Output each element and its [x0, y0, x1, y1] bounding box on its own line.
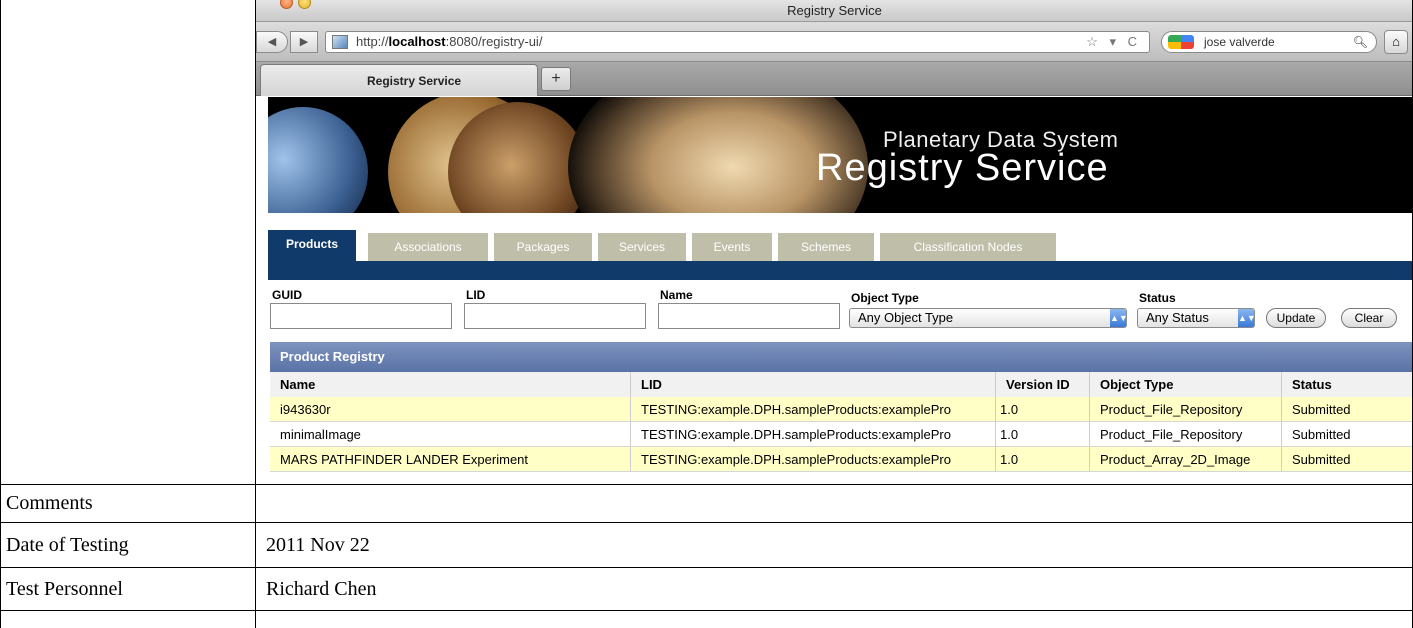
cell-name[interactable]: MARS PATHFINDER LANDER Experiment [270, 447, 631, 472]
column-header-object-type[interactable]: Object Type [1090, 372, 1282, 397]
cell-version[interactable]: 1.0 [996, 397, 1090, 422]
new-tab-button[interactable]: + [541, 67, 571, 91]
cell-lid[interactable]: TESTING:example.DPH.sampleProducts:examp… [631, 422, 996, 447]
table-border [0, 522, 1413, 523]
column-header-name[interactable]: Name [270, 372, 631, 397]
url-tools-icons[interactable]: ☆ ▾ C [1086, 32, 1141, 52]
test-personnel-label: Test Personnel [6, 578, 123, 600]
browser-tab-title: Registry Service [367, 74, 462, 88]
registry-title: Product Registry [270, 342, 1413, 372]
home-button[interactable]: ⌂ [1384, 30, 1408, 54]
select-arrows-icon: ▲▼ [1110, 309, 1128, 327]
table-border [0, 484, 1413, 485]
home-icon: ⌂ [1392, 34, 1400, 49]
guid-input[interactable] [270, 303, 452, 329]
cell-lid[interactable]: TESTING:example.DPH.sampleProducts:examp… [631, 397, 996, 422]
product-registry-table: Product Registry Name LID Version ID Obj… [270, 342, 1413, 484]
tab-associations[interactable]: Associations [368, 233, 488, 261]
registry-banner: Planetary Data System Registry Service [268, 97, 1413, 213]
cell-status[interactable]: Submitted [1282, 447, 1413, 472]
back-button[interactable]: ◀ [256, 31, 288, 53]
table-row[interactable]: minimalImage TESTING:example.DPH.sampleP… [270, 422, 1413, 447]
guid-label: GUID [272, 288, 302, 302]
cell-status[interactable]: Submitted [1282, 397, 1413, 422]
column-header-status[interactable]: Status [1282, 372, 1413, 397]
url-text: http://localhost:8080/registry-ui/ [356, 34, 543, 49]
update-button[interactable]: Update [1266, 308, 1326, 328]
table-border [0, 567, 1413, 568]
column-header-lid[interactable]: LID [631, 372, 996, 397]
registry-nav-tabs: Products Associations Packages Services … [268, 230, 1413, 280]
tab-packages[interactable]: Packages [494, 233, 592, 261]
test-report-table: Registry Service ◀ ▶ http://localhost:80… [0, 0, 1413, 628]
table-row[interactable]: MARS PATHFINDER LANDER Experiment TESTIN… [270, 447, 1413, 472]
table-border [255, 0, 256, 628]
cell-object-type[interactable]: Product_File_Repository [1090, 422, 1282, 447]
site-favicon-icon [332, 35, 348, 49]
cell-version[interactable]: 1.0 [996, 422, 1090, 447]
window-titlebar: Registry Service [256, 0, 1413, 22]
cell-name[interactable]: i943630r [270, 397, 631, 422]
comments-label: Comments [6, 492, 93, 514]
cell-object-type[interactable]: Product_File_Repository [1090, 397, 1282, 422]
lid-label: LID [466, 288, 486, 302]
name-input[interactable] [658, 303, 840, 329]
browser-tab[interactable]: Registry Service [260, 64, 538, 96]
tab-events[interactable]: Events [692, 233, 772, 261]
status-select[interactable]: Any Status ▲▼ [1137, 308, 1256, 328]
window-title: Registry Service [787, 3, 882, 18]
browser-screenshot: Registry Service ◀ ▶ http://localhost:80… [256, 0, 1413, 484]
cell-object-type[interactable]: Product_Array_2D_Image [1090, 447, 1282, 472]
browser-toolbar: ◀ ▶ http://localhost:8080/registry-ui/ ☆… [256, 22, 1413, 62]
tab-classification-nodes[interactable]: Classification Nodes [880, 233, 1056, 261]
search-bar[interactable]: jose valverde 🔍︎ [1161, 31, 1377, 53]
object-type-label: Object Type [851, 291, 919, 305]
cell-name[interactable]: minimalImage [270, 422, 631, 447]
google-engine-icon[interactable] [1168, 35, 1194, 49]
object-type-select[interactable]: Any Object Type ▲▼ [849, 308, 1128, 328]
test-personnel-value: Richard Chen [266, 578, 377, 600]
url-bar[interactable]: http://localhost:8080/registry-ui/ ☆ ▾ C [325, 31, 1150, 53]
nav-bar-strip [268, 261, 1413, 280]
cell-status[interactable]: Submitted [1282, 422, 1413, 447]
tab-products[interactable]: Products [268, 230, 356, 261]
date-of-testing-value: 2011 Nov 22 [266, 534, 370, 556]
table-border [0, 610, 1413, 611]
tab-schemes[interactable]: Schemes [778, 233, 874, 261]
lid-input[interactable] [464, 303, 646, 329]
browser-tab-strip: Registry Service + [256, 62, 1413, 96]
table-border [0, 0, 1, 628]
date-of-testing-label: Date of Testing [6, 534, 129, 556]
tab-services[interactable]: Services [598, 233, 686, 261]
cell-version[interactable]: 1.0 [996, 447, 1090, 472]
banner-title: Registry Service [816, 147, 1109, 189]
select-arrows-icon: ▲▼ [1238, 309, 1256, 327]
clear-button[interactable]: Clear [1341, 308, 1397, 328]
table-row[interactable]: i943630r TESTING:example.DPH.sampleProdu… [270, 397, 1413, 422]
status-label: Status [1139, 291, 1176, 305]
cell-lid[interactable]: TESTING:example.DPH.sampleProducts:examp… [631, 447, 996, 472]
object-type-value: Any Object Type [858, 310, 954, 325]
planet-image [268, 107, 368, 213]
search-icon[interactable]: 🔍︎ [1353, 32, 1368, 52]
status-value: Any Status [1146, 310, 1209, 325]
name-label: Name [660, 288, 693, 302]
column-header-version-id[interactable]: Version ID [996, 372, 1090, 397]
search-text: jose valverde [1204, 35, 1275, 49]
forward-button[interactable]: ▶ [290, 31, 318, 53]
